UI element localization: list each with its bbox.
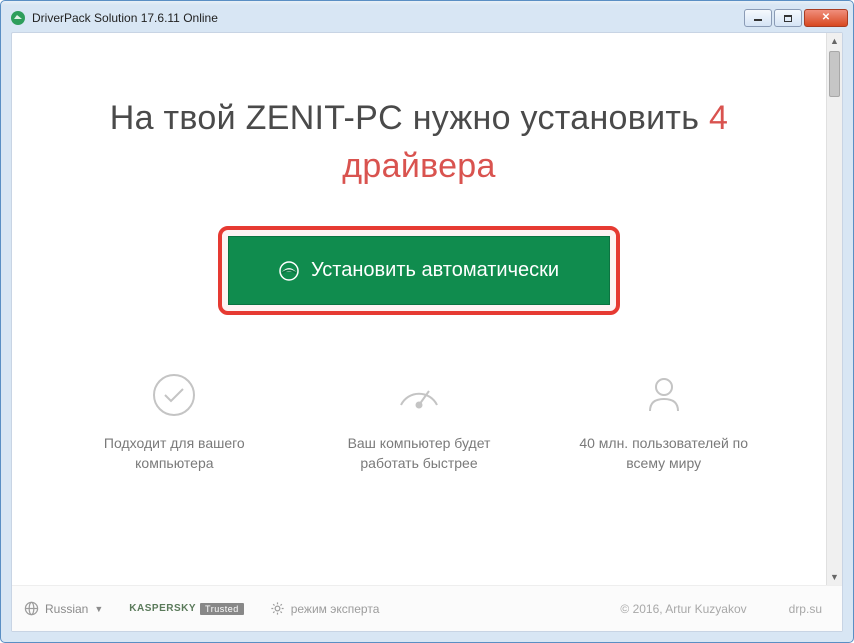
headline: На твой ZENIT-PC нужно установить 4 драй… <box>52 95 786 190</box>
expert-mode-button[interactable]: режим эксперта <box>270 601 380 616</box>
scrollbar-thumb[interactable] <box>829 51 840 97</box>
scroll-area: На твой ZENIT-PC нужно установить 4 драй… <box>12 33 842 585</box>
maximize-button[interactable] <box>774 9 802 27</box>
kaspersky-label: KASPERSKY <box>129 603 196 614</box>
feature-users: 40 млн. пользователей по всему миру <box>551 371 776 474</box>
globe-icon <box>24 601 39 616</box>
chevron-down-icon: ▼ <box>94 604 103 614</box>
footer: Russian ▼ KASPERSKY Trusted режим экспер… <box>12 585 842 631</box>
vertical-scrollbar[interactable]: ▲ ▼ <box>826 33 842 585</box>
scroll-down-icon[interactable]: ▼ <box>827 569 842 585</box>
kaspersky-badge: KASPERSKY Trusted <box>129 603 243 615</box>
feature-text: Подходит для вашего компьютера <box>74 433 274 474</box>
cta-label: Установить автоматически <box>311 259 559 282</box>
language-label: Russian <box>45 602 88 616</box>
app-window: DriverPack Solution 17.6.11 Online На тв… <box>0 0 854 643</box>
feature-faster: Ваш компьютер будет работать быстрее <box>307 371 532 474</box>
cta-container: Установить автоматически <box>52 226 786 315</box>
minimize-button[interactable] <box>744 9 772 27</box>
client-area: На твой ZENIT-PC нужно установить 4 драй… <box>11 32 843 632</box>
cta-highlight: Установить автоматически <box>218 226 620 315</box>
window-title: DriverPack Solution 17.6.11 Online <box>32 11 744 25</box>
window-controls <box>744 9 848 27</box>
feature-text: 40 млн. пользователей по всему миру <box>564 433 764 474</box>
headline-count: 4 <box>709 99 728 137</box>
gear-icon <box>270 601 285 616</box>
headline-part2: драйвера <box>342 147 495 185</box>
headline-part1: На твой ZENIT-PC нужно установить <box>110 99 709 137</box>
copyright: © 2016, Artur Kuzyakov <box>620 602 746 616</box>
driverpack-icon <box>279 261 299 281</box>
app-icon <box>10 10 26 26</box>
feature-text: Ваш компьютер будет работать быстрее <box>319 433 519 474</box>
expert-mode-label: режим эксперта <box>291 602 380 616</box>
titlebar: DriverPack Solution 17.6.11 Online <box>4 4 850 32</box>
close-button[interactable] <box>804 9 848 27</box>
gauge-icon <box>395 371 443 419</box>
site-link[interactable]: drp.su <box>789 602 822 616</box>
language-selector[interactable]: Russian ▼ <box>24 601 103 616</box>
main-content: На твой ZENIT-PC нужно установить 4 драй… <box>12 33 826 585</box>
install-auto-button[interactable]: Установить автоматически <box>228 236 610 305</box>
feature-suitable: Подходит для вашего компьютера <box>62 371 287 474</box>
features-row: Подходит для вашего компьютера Ваш компь… <box>52 371 786 474</box>
scroll-up-icon[interactable]: ▲ <box>827 33 842 49</box>
person-icon <box>640 371 688 419</box>
check-circle-icon <box>150 371 198 419</box>
trusted-badge: Trusted <box>200 603 244 615</box>
